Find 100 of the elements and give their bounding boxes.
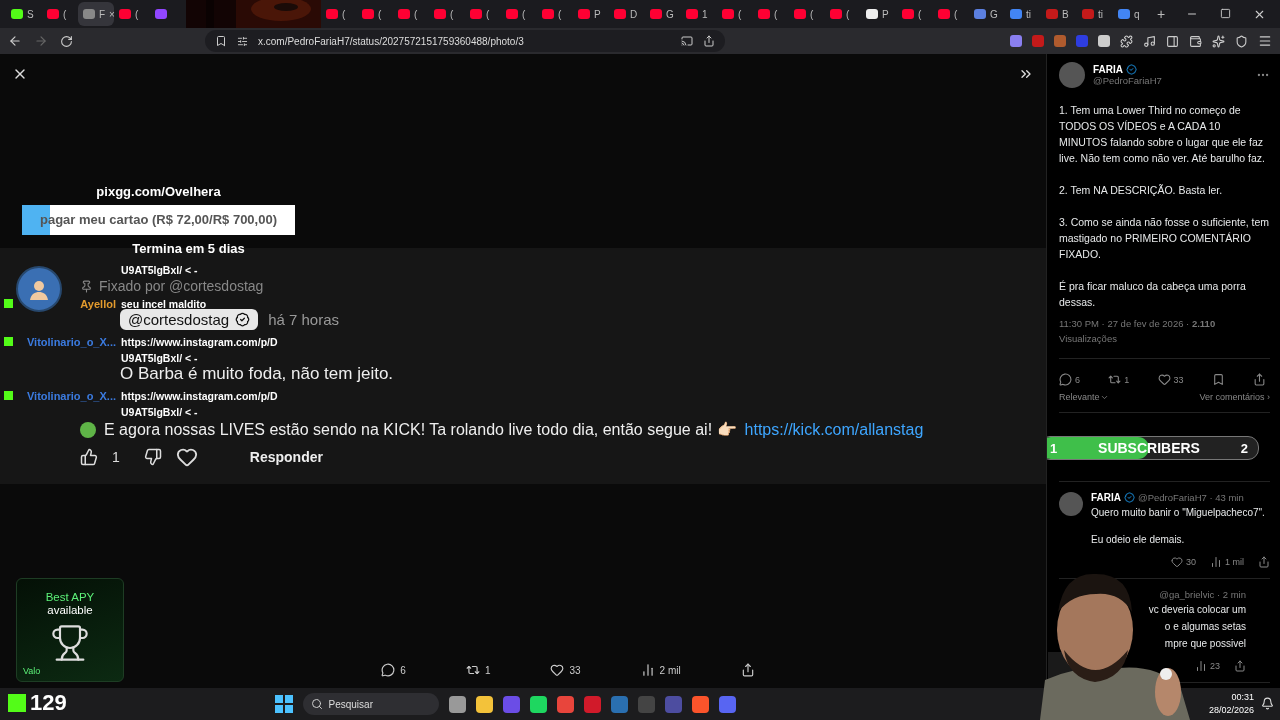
tweet-action[interactable]: 1 mil: [1210, 556, 1244, 568]
browser-tab[interactable]: (: [357, 2, 393, 26]
browser-tab[interactable]: (: [42, 2, 78, 26]
browser-tab[interactable]: P: [861, 2, 897, 26]
sort-dropdown[interactable]: Relevante: [1059, 392, 1109, 402]
ad-card[interactable]: Best APY available Valo: [16, 578, 124, 682]
avatar: [1059, 62, 1085, 88]
shield-icon[interactable]: [1235, 34, 1248, 48]
bar-chart-icon: [1210, 556, 1222, 568]
bookmark-icon[interactable]: [215, 35, 227, 47]
browser-tab[interactable]: S: [6, 2, 42, 26]
site-icon: [758, 9, 770, 19]
chat-message: https://www.instagram.com/p/D: [121, 389, 278, 402]
browser-tab[interactable]: B: [1041, 2, 1077, 26]
tweet-action[interactable]: [1234, 660, 1246, 672]
app-icon[interactable]: [448, 695, 466, 713]
browser-tab[interactable]: (: [897, 2, 933, 26]
site-icon: [1046, 9, 1058, 19]
reload-icon[interactable]: [60, 34, 73, 48]
reply-button[interactable]: Responder: [241, 445, 331, 469]
back-icon[interactable]: [8, 34, 22, 48]
browser-tab[interactable]: (: [465, 2, 501, 26]
site-icon: [1010, 9, 1022, 19]
browser-tab[interactable]: (: [933, 2, 969, 26]
browser-tab[interactable]: (: [789, 2, 825, 26]
cast-icon[interactable]: [681, 35, 693, 47]
browser-tab[interactable]: (: [753, 2, 789, 26]
author-name: FARIA: [1091, 492, 1121, 503]
stat-button[interactable]: 6: [381, 663, 406, 677]
stat-button[interactable]: [740, 663, 755, 677]
site-icon: [974, 9, 986, 19]
browser-tab[interactable]: ti: [1005, 2, 1041, 26]
tweet-action[interactable]: 33: [1157, 373, 1184, 386]
browser-tab[interactable]: G: [645, 2, 681, 26]
clock-date: 28/02/2026: [1208, 704, 1254, 717]
maximize-icon[interactable]: [1220, 7, 1231, 19]
kick-icon: [4, 299, 13, 308]
browser-tab[interactable]: (: [429, 2, 465, 26]
menu-icon[interactable]: [1258, 34, 1272, 48]
browser-tab[interactable]: 1: [681, 2, 717, 26]
channel-link[interactable]: https://kick.com/allanstag: [744, 420, 924, 439]
browser-tab[interactable]: (: [501, 2, 537, 26]
heart-icon: [1170, 556, 1183, 568]
browser-tab[interactable]: q: [1113, 2, 1149, 26]
extension-icon[interactable]: [1098, 35, 1110, 47]
search-field[interactable]: Pesquisar: [302, 693, 439, 715]
sidebar-icon[interactable]: [1166, 34, 1179, 48]
browser-tab[interactable]: (: [114, 2, 150, 26]
heart-icon: [550, 663, 565, 677]
windows-icon[interactable]: [274, 695, 293, 713]
sparkles-icon[interactable]: [1212, 34, 1225, 48]
author-handle: @PedroFariaH7: [1093, 75, 1162, 86]
trophy-icon: [50, 623, 90, 663]
browser-tab[interactable]: F ×: [78, 2, 114, 26]
bell-icon[interactable]: [1261, 697, 1274, 710]
dislike-icon[interactable]: [143, 448, 162, 466]
tweet-action[interactable]: 30: [1170, 556, 1196, 568]
like-icon[interactable]: [80, 448, 98, 466]
stat-button[interactable]: 2 mil: [640, 663, 681, 677]
new-tab-button[interactable]: +: [1157, 6, 1166, 22]
share-icon[interactable]: [703, 35, 715, 47]
stat-button[interactable]: 33: [550, 663, 581, 677]
site-settings-icon[interactable]: [237, 35, 248, 47]
goal-current: 1: [1050, 440, 1058, 456]
browser-tab[interactable]: D: [609, 2, 645, 26]
browser-tab[interactable]: (: [825, 2, 861, 26]
forward-icon[interactable]: [34, 34, 48, 48]
author-chip[interactable]: @cortesdostag: [120, 309, 259, 330]
browser-tab[interactable]: (: [537, 2, 573, 26]
tweet-action[interactable]: [1253, 373, 1266, 386]
search-icon: [310, 698, 323, 710]
chat-message: U9AT5lgBxl/ < -: [121, 351, 198, 364]
heart-icon[interactable]: [175, 446, 198, 468]
app-icon[interactable]: [556, 695, 574, 713]
browser-tab[interactable]: G: [969, 2, 1005, 26]
pinned-label: Fixado por @cortesdostag: [99, 278, 264, 294]
browser-tab[interactable]: (: [321, 2, 357, 26]
app-icon[interactable]: [529, 695, 547, 713]
wallet-icon[interactable]: [1189, 34, 1202, 48]
tweet-action[interactable]: [1211, 373, 1225, 386]
browser-tab[interactable]: P: [573, 2, 609, 26]
puzzle-icon[interactable]: [1120, 34, 1133, 48]
see-comments-link[interactable]: Ver comentários ›: [1199, 392, 1270, 402]
site-icon: [1118, 9, 1130, 19]
app-icon[interactable]: [475, 695, 493, 713]
tweet-action[interactable]: [1258, 556, 1270, 568]
close-tab-button[interactable]: ×: [109, 8, 115, 20]
site-icon: [506, 9, 518, 19]
stat-button[interactable]: 1: [465, 663, 491, 677]
browser-tab[interactable]: ti: [1077, 2, 1113, 26]
music-icon[interactable]: [1143, 34, 1156, 48]
address-bar[interactable]: x.com/PedroFariaH7/status/2027572151759360488/photo/3: [205, 30, 725, 52]
reply-icon: [1059, 373, 1072, 386]
browser-tab[interactable]: (: [393, 2, 429, 26]
extension-icon[interactable]: [1010, 35, 1022, 47]
tweet-action[interactable]: 23: [1195, 660, 1220, 672]
browser-tab[interactable]: (: [717, 2, 753, 26]
app-icon[interactable]: [691, 695, 709, 713]
tweet-action[interactable]: 6: [1059, 373, 1080, 386]
tweet-action[interactable]: 1: [1108, 373, 1130, 386]
